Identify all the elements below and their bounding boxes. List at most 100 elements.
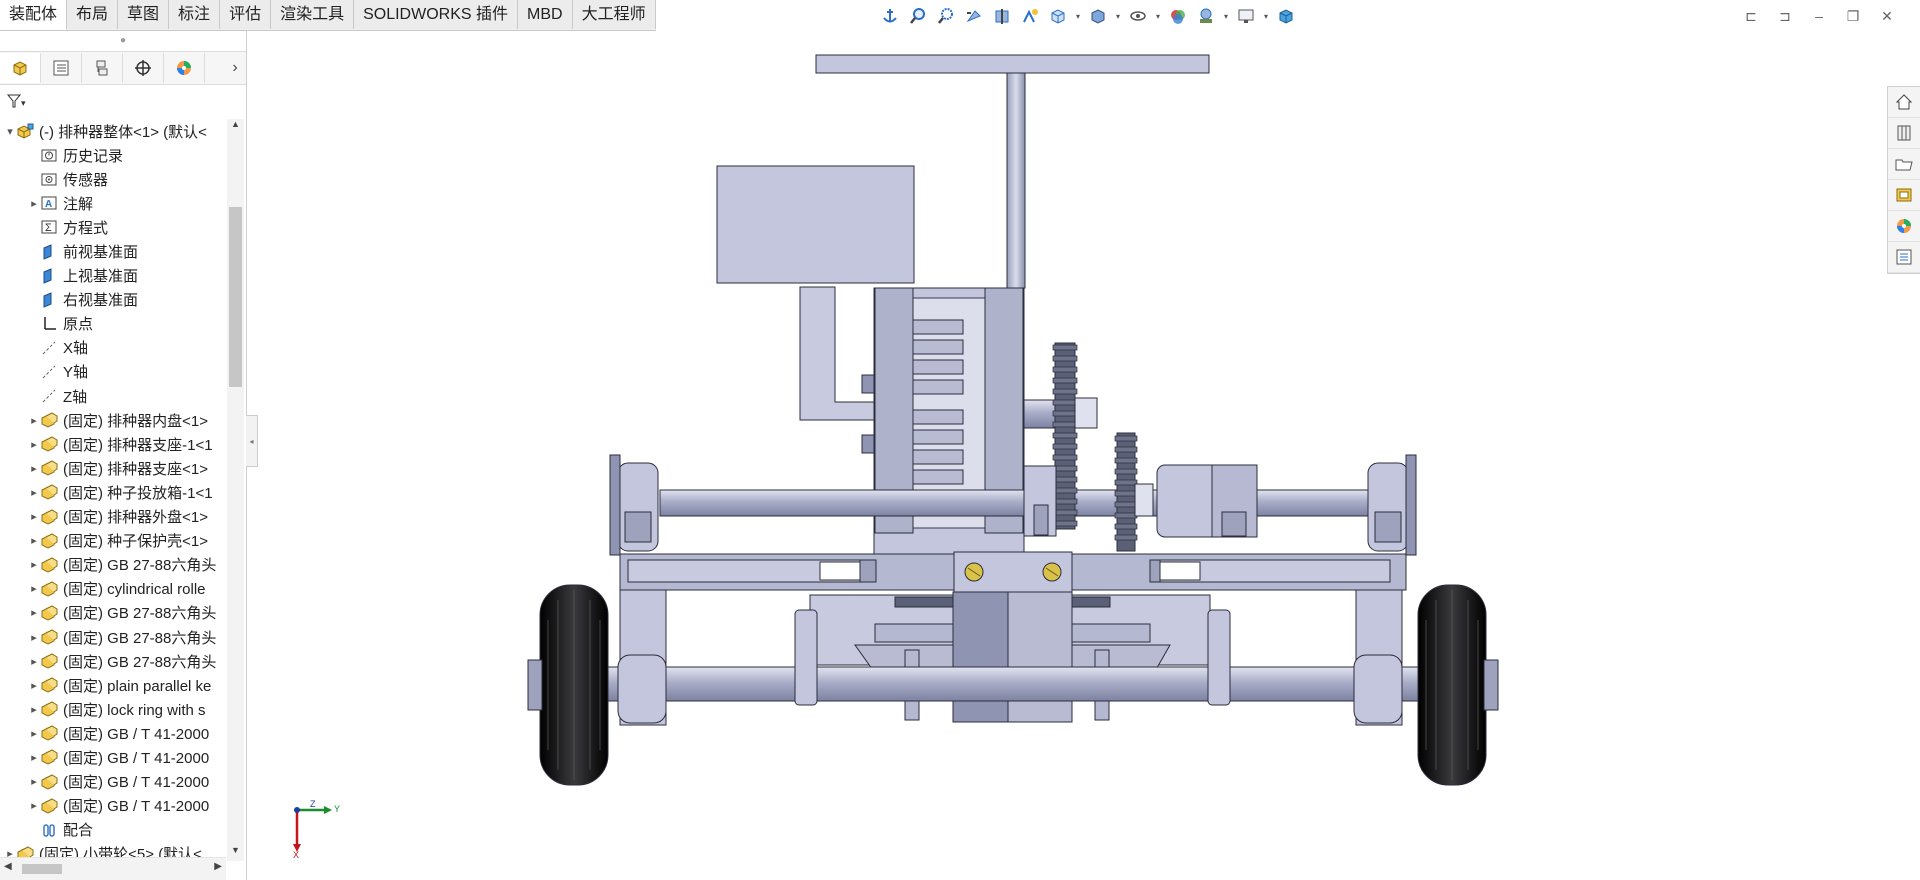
panel-grip-icon[interactable]: ● <box>0 31 246 51</box>
scrollbar-thumb[interactable] <box>22 864 62 874</box>
display-manager-icon[interactable] <box>164 53 205 83</box>
view-orientation-icon[interactable] <box>1046 4 1070 28</box>
tree-item[interactable]: ▸ (固定) GB 27-88六角头 <box>0 553 226 577</box>
expand-arrow-icon[interactable]: ▸ <box>28 775 40 788</box>
tree-item[interactable]: ▸ (固定) GB / T 41-2000 <box>0 721 226 745</box>
tree-item[interactable]: ▸ (固定) 排种器支座-1<1 <box>0 432 226 456</box>
tab-8[interactable]: 大工程师 <box>572 0 656 29</box>
propertymanager-icon[interactable] <box>41 53 82 83</box>
scroll-down-icon[interactable]: ▼ <box>227 845 244 861</box>
tab-3[interactable]: 标注 <box>169 0 221 29</box>
appearances-icon[interactable] <box>1888 211 1920 242</box>
apply-scene-icon[interactable] <box>1194 4 1218 28</box>
expand-arrow-icon[interactable]: ▸ <box>28 462 40 475</box>
design-library-icon[interactable] <box>1888 118 1920 149</box>
tab-7[interactable]: MBD <box>518 0 573 29</box>
tree-item[interactable]: 前视基准面 <box>0 239 226 263</box>
anchor-icon[interactable] <box>878 4 902 28</box>
tree-vertical-scrollbar[interactable]: ▲ ▼ <box>227 119 244 861</box>
close-icon[interactable]: ✕ <box>1876 6 1898 26</box>
dimxpert-icon[interactable] <box>123 53 164 83</box>
zoom-area-icon[interactable] <box>934 4 958 28</box>
tree-item[interactable]: ▸ (固定) GB / T 41-2000 <box>0 745 226 769</box>
tab-5[interactable]: 渲染工具 <box>271 0 355 29</box>
graphics-area[interactable] <box>520 50 1520 793</box>
tab-0[interactable]: 装配体 <box>0 0 68 30</box>
section-view-icon[interactable] <box>990 4 1014 28</box>
tree-item[interactable]: ▸ (固定) 排种器外盘<1> <box>0 505 226 529</box>
chevron-down-icon[interactable]: ▾ <box>1114 12 1122 21</box>
tree-item[interactable]: ▸ (固定) lock ring with s <box>0 697 226 721</box>
expand-arrow-icon[interactable]: ▸ <box>28 631 40 644</box>
tree-item[interactable]: ▸ A 注解 <box>0 191 226 215</box>
expand-arrow-icon[interactable]: ▸ <box>28 799 40 812</box>
expand-arrow-icon[interactable]: ▸ <box>28 727 40 740</box>
tree-item[interactable]: Y轴 <box>0 360 226 384</box>
tree-item[interactable]: ▸ (固定) cylindrical rolle <box>0 577 226 601</box>
expand-arrow-icon[interactable]: ▸ <box>28 510 40 523</box>
chevron-down-icon[interactable]: ▾ <box>1262 12 1270 21</box>
tab-4[interactable]: 评估 <box>220 0 272 29</box>
expand-arrow-icon[interactable]: ▸ <box>28 486 40 499</box>
tree-item[interactable]: ▸ (固定) 种子保护壳<1> <box>0 529 226 553</box>
tree-item[interactable]: X轴 <box>0 336 226 360</box>
assembly-model[interactable] <box>520 50 1520 790</box>
chevron-down-icon[interactable]: ▾ <box>1154 12 1162 21</box>
expand-arrow-icon[interactable]: ▸ <box>28 582 40 595</box>
view-settings-icon[interactable] <box>1234 4 1258 28</box>
tree-item[interactable]: 原点 <box>0 312 226 336</box>
zoom-to-fit-icon[interactable] <box>906 4 930 28</box>
scroll-right-icon[interactable]: ▶ <box>214 861 222 872</box>
tree-item[interactable]: 右视基准面 <box>0 288 226 312</box>
hide-show-icon[interactable] <box>1126 4 1150 28</box>
tree-item[interactable]: 上视基准面 <box>0 264 226 288</box>
scroll-up-icon[interactable]: ▲ <box>227 119 244 135</box>
filter-icon[interactable]: ▾ <box>0 85 246 117</box>
tree-item[interactable]: Σ 方程式 <box>0 215 226 239</box>
tab-6[interactable]: SOLIDWORKS 插件 <box>354 0 519 29</box>
3d-view-icon[interactable] <box>1274 4 1298 28</box>
minimize-icon[interactable]: – <box>1808 6 1830 26</box>
configurationmanager-icon[interactable] <box>82 53 123 83</box>
expand-arrow-icon[interactable]: ▸ <box>28 534 40 547</box>
expand-arrow-icon[interactable]: ▸ <box>28 751 40 764</box>
tree-item[interactable]: ▸ (固定) 排种器支座<1> <box>0 456 226 480</box>
tree-item[interactable]: 配合 <box>0 818 226 842</box>
expand-arrow-icon[interactable]: ▸ <box>28 197 40 210</box>
panel-collapse-handle[interactable]: ◂ <box>246 415 258 467</box>
expand-arrow-icon[interactable]: ▸ <box>28 438 40 451</box>
tree-item[interactable]: 传感器 <box>0 167 226 191</box>
tree-item[interactable]: ▸ (固定) GB / T 41-2000 <box>0 794 226 818</box>
file-explorer-icon[interactable] <box>1888 149 1920 180</box>
tile-right-icon[interactable]: ⊐ <box>1774 6 1796 26</box>
expand-arrow-icon[interactable]: ▸ <box>28 558 40 571</box>
chevron-down-icon[interactable]: ▾ <box>1074 12 1082 21</box>
expand-arrow-icon[interactable]: ▸ <box>28 679 40 692</box>
tree-root[interactable]: ▾ (-) 排种器整体<1> (默认< <box>0 119 226 143</box>
expand-arrow-icon[interactable]: ▸ <box>28 414 40 427</box>
featuremanager-icon[interactable] <box>0 53 41 83</box>
expand-arrow-icon[interactable]: ▸ <box>28 606 40 619</box>
custom-properties-icon[interactable] <box>1888 242 1920 273</box>
expand-arrow-icon[interactable]: ▸ <box>28 703 40 716</box>
view-palette-icon[interactable] <box>1888 180 1920 211</box>
tab-2[interactable]: 草图 <box>118 0 170 29</box>
restore-icon[interactable]: ❐ <box>1842 6 1864 26</box>
expand-arrow-icon[interactable]: ▸ <box>28 655 40 668</box>
tree-item[interactable]: ▸ (固定) GB 27-88六角头 <box>0 601 226 625</box>
edit-appearance-icon[interactable] <box>1166 4 1190 28</box>
tree-item[interactable]: ▸ (固定) 种子投放箱-1<1 <box>0 480 226 504</box>
previous-view-icon[interactable] <box>962 4 986 28</box>
scroll-left-icon[interactable]: ◀ <box>4 861 12 872</box>
tree-item[interactable]: ▸ (固定) GB 27-88六角头 <box>0 625 226 649</box>
expand-arrow-icon[interactable]: ▾ <box>4 125 16 138</box>
tree-item[interactable]: ▸ (固定) GB / T 41-2000 <box>0 770 226 794</box>
tab-1[interactable]: 布局 <box>67 0 119 29</box>
tile-left-icon[interactable]: ⊏ <box>1740 6 1762 26</box>
dynamic-annotation-icon[interactable] <box>1018 4 1042 28</box>
tree-item[interactable]: ▸ (固定) 排种器内盘<1> <box>0 408 226 432</box>
tree-item[interactable]: ▸ (固定) plain parallel ke <box>0 673 226 697</box>
home-icon[interactable] <box>1888 87 1920 118</box>
scrollbar-thumb[interactable] <box>229 207 242 387</box>
tree-horizontal-scrollbar[interactable]: ◀ ▶ <box>0 857 226 880</box>
